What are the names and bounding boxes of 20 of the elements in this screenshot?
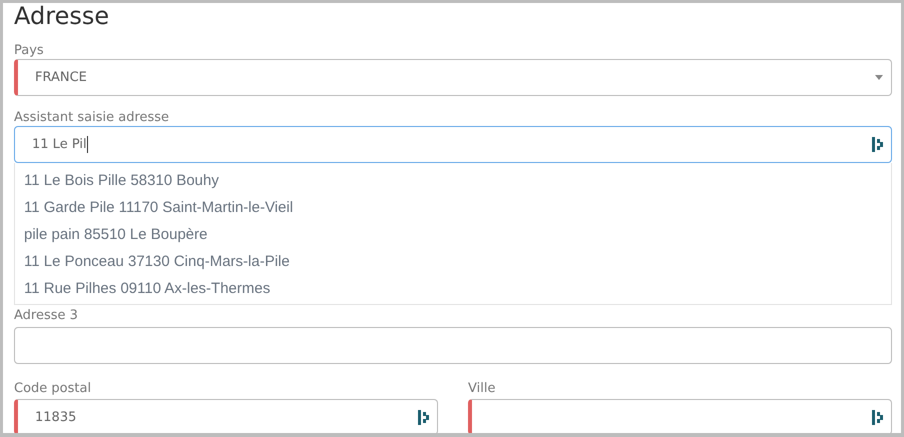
field-label: Code postal xyxy=(14,380,92,397)
city-field[interactable] xyxy=(468,399,892,433)
suggestion-item[interactable]: 11 Garde Pile 11170 Saint-Martin-le-Vieil xyxy=(24,194,294,221)
bracket-icon[interactable] xyxy=(872,410,883,424)
address-input[interactable] xyxy=(14,327,892,364)
suggestion-item[interactable]: 11 Le Bois Pille 58310 Bouhy xyxy=(24,167,219,194)
dropdown-arrow-icon xyxy=(875,75,883,80)
suggestion-item[interactable]: pile pain 85510 Le Boupère xyxy=(24,221,208,248)
bracket-icon[interactable] xyxy=(872,137,883,152)
field-label: Assistant saisie adresse xyxy=(14,109,170,126)
field-label: Adresse 3 xyxy=(14,307,78,324)
postal-code-field[interactable]: 11835 xyxy=(14,399,438,433)
section-title: Adresse xyxy=(14,3,110,31)
suggestion-item[interactable]: 11 Le Ponceau 37130 Cinq-Mars-la-Pile xyxy=(24,248,290,275)
field-label: Ville xyxy=(468,380,496,397)
suggestion-item[interactable]: 11 Rue Pilhes 09110 Ax-les-Thermes xyxy=(24,275,270,302)
field-label: Pays xyxy=(14,42,44,59)
bracket-icon[interactable] xyxy=(418,410,429,424)
address-search-field[interactable]: 11 Le Pil xyxy=(14,126,892,163)
country-select[interactable]: FRANCE xyxy=(14,59,892,96)
